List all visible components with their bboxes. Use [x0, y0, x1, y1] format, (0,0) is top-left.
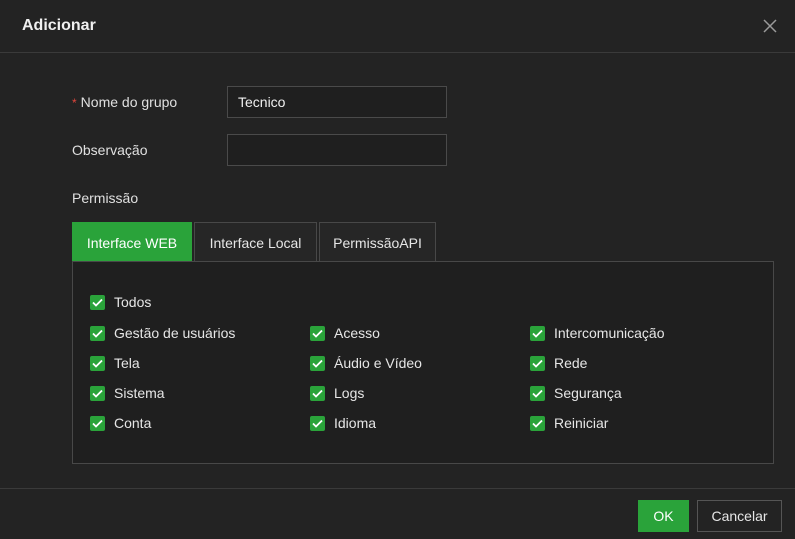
required-mark: * — [72, 96, 77, 110]
checkbox-label: Áudio e Vídeo — [334, 355, 422, 371]
checkbox-tela[interactable]: Tela — [90, 354, 140, 372]
dialog-footer: OK Cancelar — [0, 488, 795, 539]
checkbox-checked-icon[interactable] — [530, 415, 545, 431]
tab-interface-local[interactable]: Interface Local — [194, 222, 317, 262]
checkbox-intercomunicacao[interactable]: Intercomunicação — [530, 324, 665, 342]
checkbox-audio-video[interactable]: Áudio e Vídeo — [310, 354, 422, 372]
checkbox-checked-icon[interactable] — [530, 385, 545, 401]
checkbox-label: Conta — [114, 415, 152, 431]
checkbox-label: Logs — [334, 385, 365, 401]
checkbox-label: Intercomunicação — [554, 325, 665, 341]
observation-label: Observação — [72, 142, 148, 158]
checkbox-checked-icon[interactable] — [90, 415, 105, 431]
checkbox-acesso[interactable]: Acesso — [310, 324, 380, 342]
checkbox-idioma[interactable]: Idioma — [310, 414, 376, 432]
checkbox-label: Gestão de usuários — [114, 325, 236, 341]
close-icon[interactable] — [760, 16, 780, 36]
checkbox-label: Todos — [114, 294, 152, 310]
checkbox-checked-icon[interactable] — [310, 385, 325, 401]
checkbox-checked-icon[interactable] — [530, 325, 545, 341]
dialog-title: Adicionar — [22, 17, 96, 34]
add-group-dialog: Adicionar *Nome do grupo Observação Perm… — [0, 0, 795, 539]
group-name-input[interactable] — [227, 86, 447, 118]
group-name-label-text: Nome do grupo — [80, 94, 178, 110]
checkbox-checked-icon[interactable] — [530, 355, 545, 371]
group-name-label: * Nome do grupo — [72, 94, 177, 110]
checkbox-todos[interactable]: Todos — [90, 293, 151, 311]
checkbox-label: Idioma — [334, 415, 377, 431]
tab-permissao-api[interactable]: PermissãoAPI — [319, 222, 436, 262]
checkbox-label: Tela — [114, 355, 140, 371]
checkbox-checked-icon[interactable] — [310, 325, 325, 341]
cancel-button[interactable]: Cancelar — [697, 500, 782, 532]
checkbox-label: Rede — [554, 355, 588, 371]
checkbox-checked-icon[interactable] — [310, 415, 325, 431]
observation-input[interactable] — [227, 134, 447, 166]
checkbox-label: Segurança — [554, 385, 622, 401]
checkbox-rede[interactable]: Rede — [530, 354, 587, 372]
checkbox-label: Acesso — [334, 325, 380, 341]
checkbox-label: Sistema — [114, 385, 165, 401]
tab-interface-web[interactable]: Interface WEB — [72, 222, 192, 262]
checkbox-checked-icon[interactable] — [90, 325, 105, 341]
checkbox-logs[interactable]: Logs — [310, 384, 364, 402]
ok-button[interactable]: OK — [638, 500, 689, 532]
checkbox-label: Reiniciar — [554, 415, 609, 431]
checkbox-checked-icon[interactable] — [90, 385, 105, 401]
checkbox-conta[interactable]: Conta — [90, 414, 151, 432]
checkbox-reiniciar[interactable]: Reiniciar — [530, 414, 608, 432]
permissions-panel: Todos Gestão de usuários Acesso Intercom… — [72, 261, 774, 464]
checkbox-sistema[interactable]: Sistema — [90, 384, 165, 402]
dialog-header: Adicionar — [0, 0, 795, 53]
checkbox-checked-icon[interactable] — [90, 294, 105, 310]
checkbox-gestao-usuarios[interactable]: Gestão de usuários — [90, 324, 235, 342]
checkbox-checked-icon[interactable] — [310, 355, 325, 371]
checkbox-checked-icon[interactable] — [90, 355, 105, 371]
checkbox-seguranca[interactable]: Segurança — [530, 384, 622, 402]
permission-label: Permissão — [72, 190, 139, 206]
